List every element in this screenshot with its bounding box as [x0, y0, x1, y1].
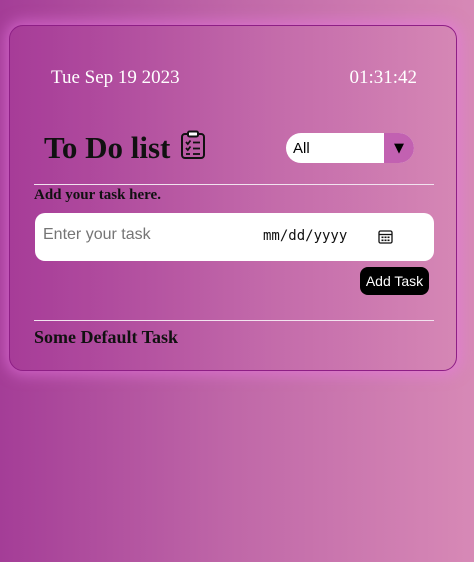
date-input[interactable]: mm/dd/yyyy: [263, 228, 347, 244]
page-title: To Do list: [44, 130, 171, 165]
title-row: To Do list: [44, 130, 206, 166]
clipboard-list-icon: [180, 130, 206, 160]
divider: [34, 320, 434, 321]
add-task-button[interactable]: Add Task: [360, 267, 429, 295]
calendar-icon[interactable]: [378, 229, 393, 244]
dropdown-arrow-icon[interactable]: ▼: [384, 133, 414, 163]
todo-card: Tue Sep 19 2023 01:31:42 To Do list All …: [9, 25, 457, 371]
current-date: Tue Sep 19 2023: [51, 67, 180, 88]
current-time: 01:31:42: [349, 67, 417, 88]
divider: [34, 184, 434, 185]
filter-select[interactable]: All ▼: [286, 133, 414, 163]
task-item: Some Default Task: [34, 327, 179, 347]
filter-selected-value: All: [293, 139, 310, 157]
task-input-container: Enter your task mm/dd/yyyy: [35, 213, 434, 261]
add-task-label: Add your task here.: [34, 187, 161, 203]
task-input[interactable]: Enter your task: [43, 226, 151, 244]
